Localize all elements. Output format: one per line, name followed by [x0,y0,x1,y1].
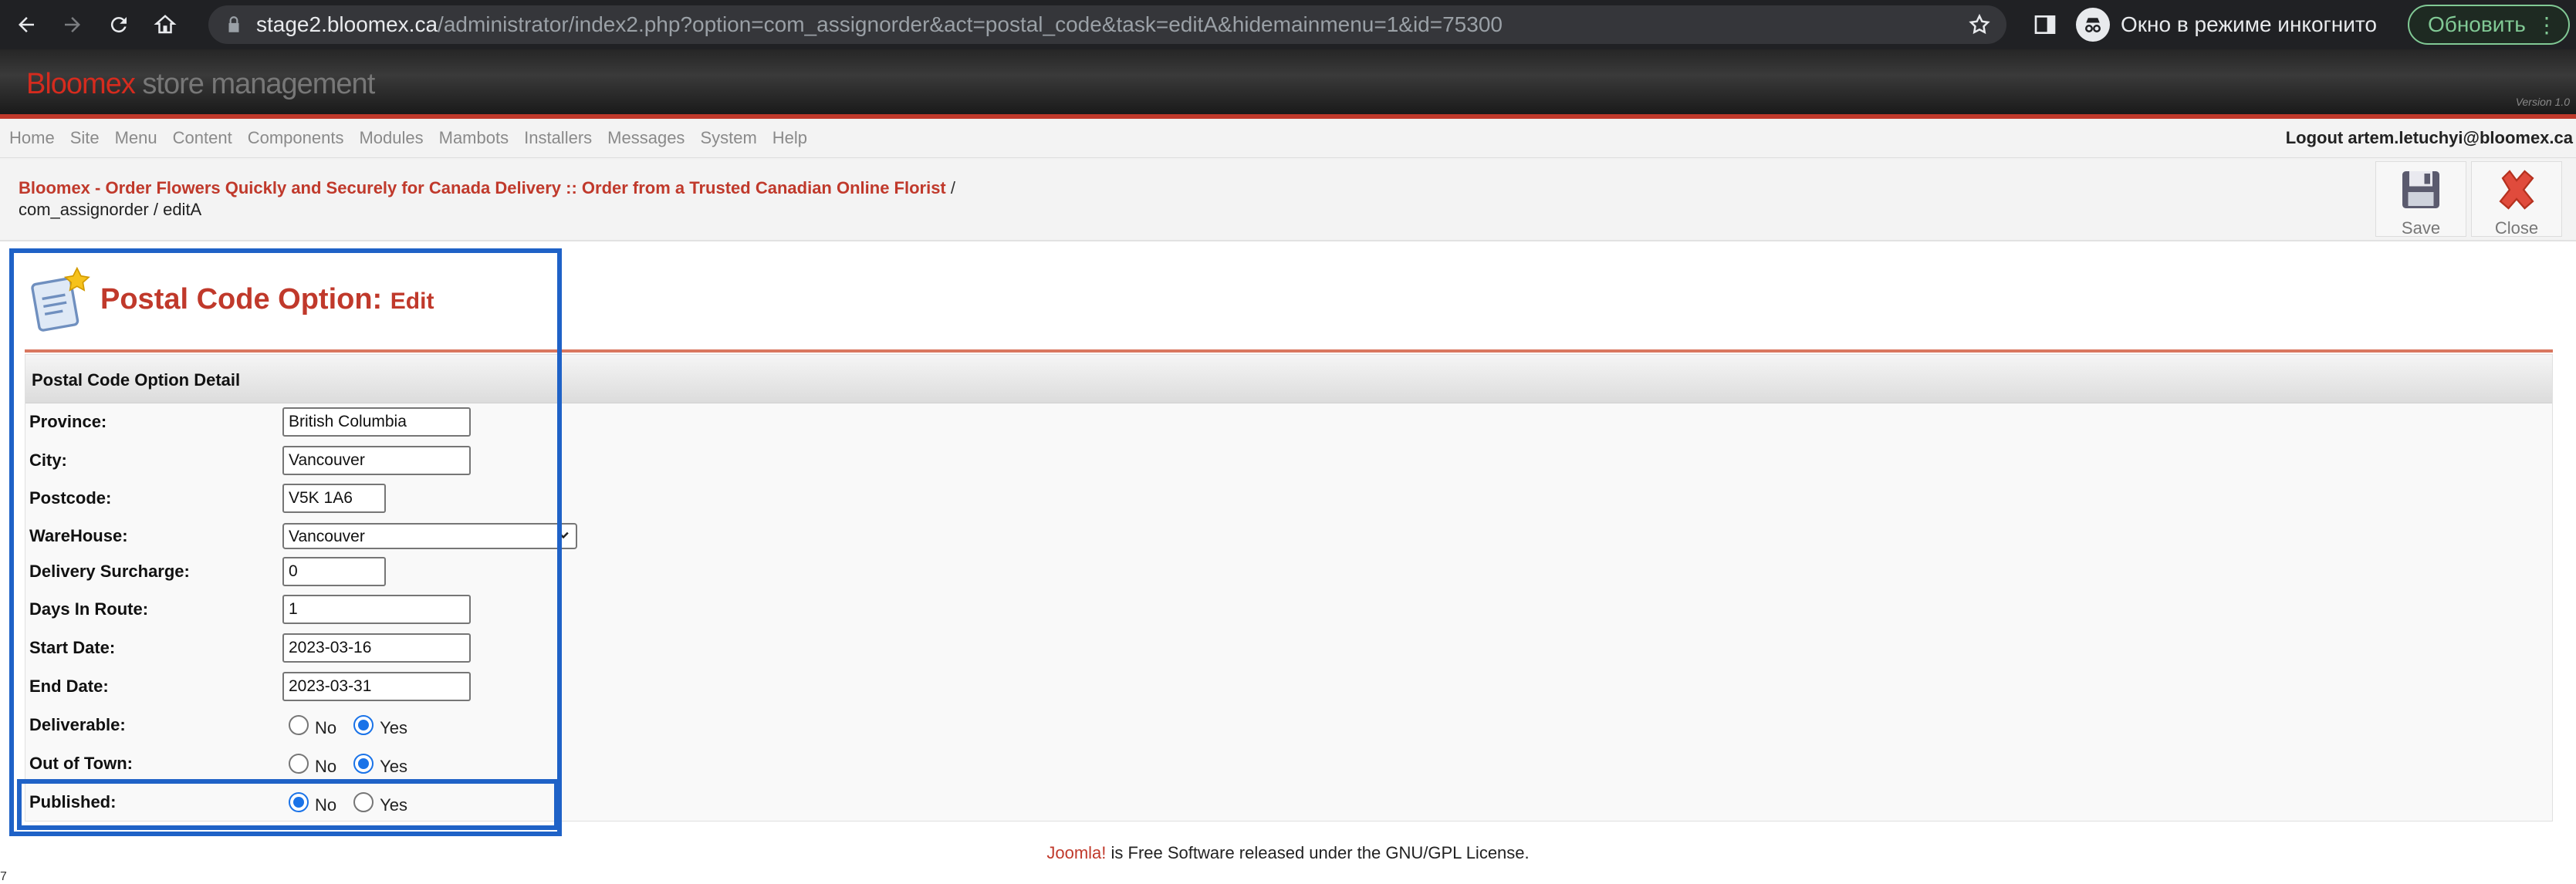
breadcrumb-site: Bloomex - Order Flowers Quickly and Secu… [19,178,955,198]
breadcrumb-separator: / [950,178,956,197]
joomla-link[interactable]: Joomla! [1046,843,1106,862]
reload-button[interactable] [99,5,139,45]
breadcrumb: Bloomex - Order Flowers Quickly and Secu… [0,158,2576,241]
url-host: stage2.bloomex.ca [256,12,438,36]
save-label: Save [2401,218,2441,238]
menu-messages[interactable]: Messages [607,128,685,148]
site-header: Bloomex store management Version 1.0 [0,49,2576,119]
arrow-right-icon [65,17,80,32]
menu-menu[interactable]: Menu [115,128,157,148]
update-label: Обновить [2428,12,2526,36]
menu-modules[interactable]: Modules [359,128,423,148]
home-button[interactable] [145,5,185,45]
menu-components[interactable]: Components [248,128,344,148]
highlight-box-published [17,779,559,830]
page-footer: Joomla! is Free Software released under … [0,843,2576,863]
menu-content[interactable]: Content [173,128,232,148]
back-button[interactable] [6,5,46,45]
menu-installers[interactable]: Installers [524,128,592,148]
reload-icon [110,17,127,33]
version-label: Version 1.0 [2515,96,2570,108]
menu-home[interactable]: Home [9,128,55,148]
brand-name: Bloomex [26,68,136,100]
incognito-label: Окно в режиме инкогнито [2121,12,2377,36]
bookmark-star-icon[interactable] [1968,13,1991,36]
url-text: stage2.bloomex.ca/administrator/index2.p… [256,12,1503,37]
brand-subtitle: store management [142,68,375,100]
save-button[interactable]: Save [2375,161,2466,238]
close-label: Close [2494,218,2539,238]
incognito-indicator[interactable]: Окно в режиме инкогнито [2076,8,2377,42]
url-path: /administrator/index2.php?option=com_ass… [438,12,1503,36]
address-bar[interactable]: stage2.bloomex.ca/administrator/index2.p… [208,5,2006,44]
update-button[interactable]: Обновить ⋮ [2408,5,2570,45]
close-x-icon [2499,170,2534,210]
menu-system[interactable]: System [700,128,756,148]
arrow-left-icon [19,17,34,32]
home-icon [154,15,177,34]
lock-icon [228,16,239,32]
close-button[interactable]: Close [2471,161,2562,238]
footer-text: is Free Software released under the GNU/… [1106,843,1530,862]
breadcrumb-path: com_assignorder / editA [19,200,202,219]
highlight-box-form [9,248,562,836]
menu-mambots[interactable]: Mambots [439,128,509,148]
menu-site[interactable]: Site [70,128,100,148]
floppy-disk-icon [2402,171,2439,208]
brand-logo: Bloomex store management [26,68,375,101]
admin-menu-bar: Home Site Menu Content Components Module… [0,119,2576,158]
logout-link[interactable]: Logout artem.letuchyi@bloomex.ca [2286,128,2573,148]
more-vertical-icon[interactable]: ⋮ [2536,12,2557,38]
side-panel-icon[interactable] [2033,12,2057,37]
breadcrumb-site-link[interactable]: Bloomex - Order Flowers Quickly and Secu… [19,178,946,197]
incognito-icon [2076,8,2110,42]
corner-mark: 7 [0,870,7,883]
menu-help[interactable]: Help [772,128,807,148]
browser-toolbar: stage2.bloomex.ca/administrator/index2.p… [0,0,2576,49]
forward-button[interactable] [52,5,93,45]
